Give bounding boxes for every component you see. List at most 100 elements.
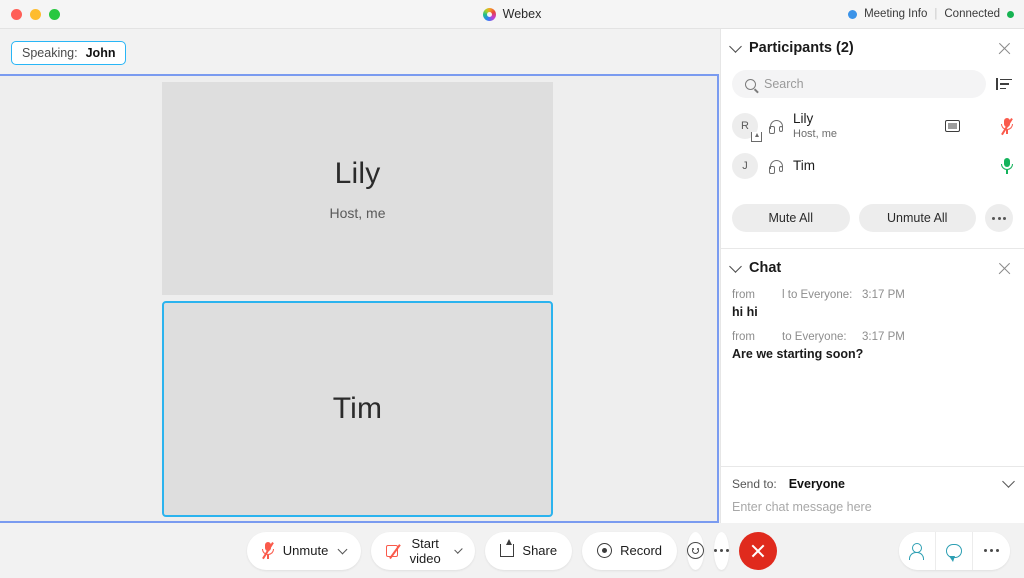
send-to-value: Everyone bbox=[788, 476, 845, 491]
participant-names: Tim bbox=[793, 158, 1000, 174]
video-tile-name: Lily bbox=[334, 156, 381, 190]
chevron-down-icon[interactable] bbox=[337, 544, 348, 554]
avatar-letter: R bbox=[741, 120, 749, 132]
chat-panel-title: Chat bbox=[749, 260, 782, 276]
camera-off-icon bbox=[386, 543, 401, 559]
title-bar-status: Meeting Info | Connected bbox=[848, 8, 1014, 20]
participant-name: Lily bbox=[793, 111, 814, 126]
primary-controls: Unmute Start video Share Record bbox=[246, 531, 778, 570]
participants-search-row bbox=[721, 64, 1024, 98]
record-button[interactable]: Record bbox=[582, 531, 678, 570]
mic-muted-icon bbox=[262, 542, 275, 559]
chat-message: from to Everyone: 3:17 PM Are we startin… bbox=[732, 331, 1013, 361]
share-button[interactable]: Share bbox=[485, 531, 573, 570]
video-tile-tim[interactable]: Tim bbox=[162, 301, 553, 517]
connection-status-dot bbox=[1007, 10, 1014, 18]
unmute-button-label: Unmute bbox=[282, 543, 329, 558]
video-tile-name: Tim bbox=[332, 392, 383, 425]
share-button-label: Share bbox=[522, 543, 558, 558]
chat-message-body: hi hi bbox=[732, 305, 758, 319]
participants-panel-title: Participants (2) bbox=[749, 40, 854, 56]
mute-controls-row: Mute All Unmute All bbox=[721, 186, 1024, 232]
participant-name: Tim bbox=[793, 158, 815, 173]
participant-row[interactable]: J Tim bbox=[732, 146, 1013, 186]
search-input[interactable] bbox=[764, 77, 973, 91]
participant-row[interactable]: R Lily Host, me bbox=[732, 106, 1013, 146]
sort-list-icon[interactable] bbox=[996, 77, 1013, 92]
close-chat-icon[interactable] bbox=[997, 261, 1012, 276]
record-button-label: Record bbox=[620, 543, 663, 558]
chevron-collapse-icon[interactable] bbox=[729, 260, 742, 273]
mic-on-icon[interactable] bbox=[1000, 157, 1013, 175]
meeting-controls-bar: Unmute Start video Share Record bbox=[0, 523, 1024, 578]
app-title-label: Webex bbox=[502, 7, 542, 21]
chat-message-input[interactable] bbox=[721, 496, 1024, 518]
chat-message: from l to Everyone: 3:17 PM hi hi bbox=[732, 289, 1013, 319]
speaking-badge: Speaking: John bbox=[11, 41, 127, 65]
title-separator: | bbox=[934, 8, 938, 20]
panel-more-button[interactable] bbox=[973, 531, 1010, 570]
participants-icon bbox=[909, 542, 926, 560]
send-to-row[interactable]: Send to: Everyone bbox=[721, 471, 1024, 496]
search-icon bbox=[745, 78, 756, 90]
chat-message-time: 3:17 PM bbox=[862, 289, 905, 301]
maximize-window-button[interactable] bbox=[49, 8, 60, 20]
side-panel: Participants (2) R Lily Host, me bbox=[720, 29, 1024, 523]
chat-message-meta: from l to Everyone: 3:17 PM bbox=[732, 289, 1013, 301]
close-window-button[interactable] bbox=[11, 8, 22, 20]
chat-panel-header: Chat bbox=[721, 253, 1024, 283]
panel-toggles bbox=[899, 531, 1010, 570]
webex-logo-icon bbox=[482, 7, 496, 21]
speaking-label: Speaking: bbox=[22, 46, 78, 60]
info-icon bbox=[848, 9, 858, 19]
connection-status-label: Connected bbox=[944, 8, 1000, 20]
panel-divider bbox=[721, 248, 1024, 249]
leave-meeting-button[interactable] bbox=[739, 531, 778, 570]
share-screen-icon bbox=[500, 539, 515, 557]
participants-list: R Lily Host, me J Tim bbox=[721, 98, 1024, 186]
toggle-participants-button[interactable] bbox=[899, 531, 936, 570]
chat-message-to: l to Everyone: bbox=[782, 289, 853, 301]
send-to-label: Send to: bbox=[732, 476, 777, 491]
chevron-down-icon[interactable] bbox=[453, 544, 463, 554]
reactions-button[interactable] bbox=[687, 531, 705, 570]
chevron-collapse-icon[interactable] bbox=[729, 40, 742, 53]
record-icon bbox=[597, 543, 613, 558]
smiley-icon bbox=[687, 542, 705, 559]
participant-names: Lily Host, me bbox=[793, 111, 945, 141]
chat-message-to: to Everyone: bbox=[782, 331, 847, 343]
close-participants-icon[interactable] bbox=[997, 41, 1012, 56]
chat-composer: Send to: Everyone bbox=[721, 466, 1024, 523]
chat-message-meta: from to Everyone: 3:17 PM bbox=[732, 331, 1013, 343]
chat-message-from: from bbox=[732, 289, 755, 301]
start-video-button-label: Start video bbox=[409, 535, 441, 566]
participant-role: Host, me bbox=[793, 128, 838, 140]
more-options-button[interactable] bbox=[714, 531, 730, 570]
video-off-icon[interactable] bbox=[945, 120, 960, 132]
search-box[interactable] bbox=[732, 70, 986, 98]
meeting-info-button[interactable]: Meeting Info bbox=[864, 8, 927, 20]
chat-message-from: from bbox=[732, 331, 755, 343]
participants-panel-header: Participants (2) bbox=[721, 32, 1024, 64]
webex-meeting-window: Webex Meeting Info | Connected Speaking:… bbox=[0, 0, 1024, 578]
minimize-window-button[interactable] bbox=[30, 8, 41, 20]
unmute-all-button[interactable]: Unmute All bbox=[858, 204, 976, 232]
unmute-button[interactable]: Unmute bbox=[246, 531, 362, 570]
chat-messages: from l to Everyone: 3:17 PM hi hi from t… bbox=[721, 283, 1024, 403]
chat-bubble-icon bbox=[946, 543, 962, 562]
mute-all-button[interactable]: Mute All bbox=[732, 204, 850, 232]
share-badge-icon bbox=[751, 132, 762, 142]
window-traffic-lights bbox=[0, 8, 60, 20]
mic-muted-icon[interactable] bbox=[1000, 117, 1013, 135]
participants-more-button[interactable] bbox=[985, 204, 1013, 232]
chat-message-time: 3:17 PM bbox=[862, 331, 905, 343]
speaking-name: John bbox=[85, 46, 116, 60]
video-tile-lily[interactable]: Lily Host, me bbox=[162, 82, 553, 295]
video-stage: Lily Host, me Tim bbox=[0, 74, 719, 523]
chevron-down-icon[interactable] bbox=[1002, 475, 1015, 488]
start-video-button[interactable]: Start video bbox=[371, 531, 476, 570]
toggle-chat-button[interactable] bbox=[936, 531, 973, 570]
headset-icon bbox=[768, 119, 784, 134]
chat-message-body: Are we starting soon? bbox=[732, 347, 864, 361]
video-tile-subtitle: Host, me bbox=[329, 204, 386, 221]
